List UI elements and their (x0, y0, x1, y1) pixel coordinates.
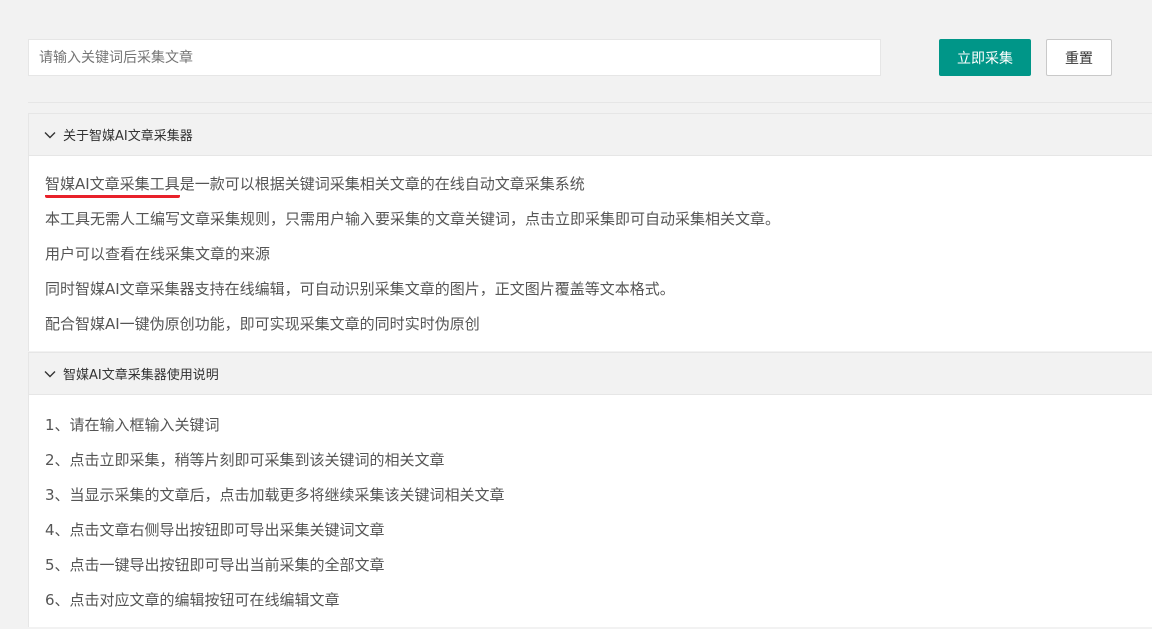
highlighted-product-name: 智媒AI文章采集工具 (45, 173, 180, 198)
usage-panel-header[interactable]: 智媒AI文章采集器使用说明 (29, 353, 1152, 395)
about-panel-title: 关于智媒AI文章采集器 (63, 129, 193, 144)
divider (28, 102, 1152, 103)
usage-panel-title: 智媒AI文章采集器使用说明 (63, 368, 219, 383)
usage-step: 5、点击一键导出按钮即可导出当前采集的全部文章 (45, 556, 385, 574)
usage-step: 6、点击对应文章的编辑按钮可在线编辑文章 (45, 591, 340, 609)
reset-button[interactable]: 重置 (1046, 39, 1112, 76)
usage-step: 3、当显示采集的文章后，点击加载更多将继续采集该关键词相关文章 (45, 486, 505, 504)
usage-panel: 智媒AI文章采集器使用说明 1、请在输入框输入关键词 2、点击立即采集，稍等片刻… (28, 352, 1152, 627)
usage-step: 1、请在输入框输入关键词 (45, 416, 220, 434)
chevron-down-icon (44, 131, 56, 138)
about-line: 配合智媒AI一键伪原创功能，即可实现采集文章的同时实时伪原创 (45, 315, 480, 333)
about-panel: 关于智媒AI文章采集器 智媒AI文章采集工具是一款可以根据关键词采集相关文章的在… (28, 113, 1152, 351)
usage-panel-body: 1、请在输入框输入关键词 2、点击立即采集，稍等片刻即可采集到该关键词的相关文章… (29, 395, 1152, 627)
about-line: 用户可以查看在线采集文章的来源 (45, 245, 271, 263)
chevron-down-icon (44, 370, 56, 377)
collect-button[interactable]: 立即采集 (939, 39, 1031, 76)
search-input[interactable] (28, 39, 881, 76)
about-line-text: 是一款可以根据关键词采集相关文章的在线自动文章采集系统 (179, 175, 585, 193)
about-panel-header[interactable]: 关于智媒AI文章采集器 (29, 114, 1152, 156)
usage-step: 4、点击文章右侧导出按钮即可导出采集关键词文章 (45, 521, 385, 539)
about-line: 同时智媒AI文章采集器支持在线编辑，可自动识别采集文章的图片，正文图片覆盖等文本… (45, 280, 675, 298)
about-line: 本工具无需人工编写文章采集规则，只需用户输入要采集的文章关键词，点击立即采集即可… (45, 210, 781, 228)
about-line: 智媒AI文章采集工具是一款可以根据关键词采集相关文章的在线自动文章采集系统 (45, 170, 1137, 205)
usage-step: 2、点击立即采集，稍等片刻即可采集到该关键词的相关文章 (45, 451, 445, 469)
about-panel-body: 智媒AI文章采集工具是一款可以根据关键词采集相关文章的在线自动文章采集系统 本工… (29, 156, 1152, 351)
